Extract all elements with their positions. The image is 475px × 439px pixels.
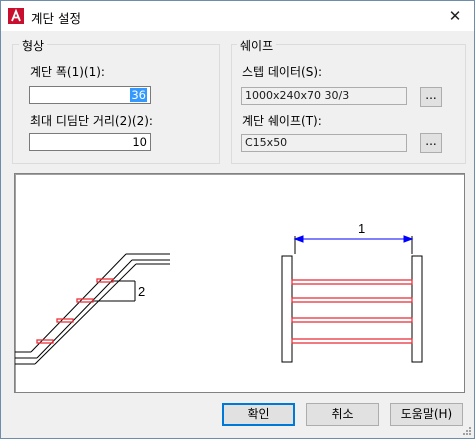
stair-width-value: 36: [130, 88, 147, 102]
shape-group-title: 형상: [19, 37, 48, 54]
stair-side-view: [15, 253, 170, 365]
stair-shape-label: 계단 쉐이프(T):: [242, 114, 322, 128]
width-dimension: [293, 235, 414, 243]
stair-shape-value: C15x50: [245, 136, 288, 149]
max-tread-distance-value: 10: [132, 135, 147, 149]
stair-preview: 2 1: [14, 173, 465, 393]
dimension-label-1: 1: [358, 221, 365, 236]
stair-width-input[interactable]: 36: [29, 86, 151, 104]
profile-group-title: 쉐이프: [237, 37, 277, 54]
title-bar: 계단 설정 ✕: [1, 1, 474, 31]
app-icon: [8, 8, 24, 24]
close-button[interactable]: ✕: [441, 4, 469, 28]
resize-grip-icon[interactable]: [462, 426, 472, 436]
step-data-label: 스텝 데이터(S):: [242, 65, 323, 79]
max-tread-distance-label: 최대 디딤단 거리(2)(2):: [30, 114, 153, 128]
max-tread-distance-input[interactable]: 10: [29, 133, 151, 151]
stair-front-treads: [291, 279, 413, 344]
stair-shape-browse-button[interactable]: ...: [420, 133, 442, 153]
dimension-label-2: 2: [138, 284, 145, 299]
stair-settings-dialog: 계단 설정 ✕ 형상 계단 폭(1)(1): 36 최대 디딤단 거리(2)(2…: [0, 0, 475, 439]
browse-label: ...: [425, 88, 437, 102]
ok-button[interactable]: 확인: [222, 403, 295, 426]
close-icon: ✕: [448, 7, 462, 25]
step-data-value: 1000x240x70 30/3: [245, 89, 350, 102]
stair-shape-field: C15x50: [241, 134, 407, 152]
help-button-label: 도움말(H): [400, 407, 453, 421]
stair-preview-drawing: 2 1: [15, 221, 423, 365]
cancel-button[interactable]: 취소: [306, 403, 379, 426]
dialog-title: 계단 설정: [31, 11, 81, 26]
cancel-button-label: 취소: [331, 407, 354, 421]
step-data-field: 1000x240x70 30/3: [241, 87, 407, 105]
stair-width-label: 계단 폭(1)(1):: [30, 65, 105, 79]
ok-button-label: 확인: [247, 407, 270, 421]
step-data-browse-button[interactable]: ...: [420, 87, 442, 107]
browse-label: ...: [425, 134, 437, 148]
help-button[interactable]: 도움말(H): [390, 403, 463, 426]
